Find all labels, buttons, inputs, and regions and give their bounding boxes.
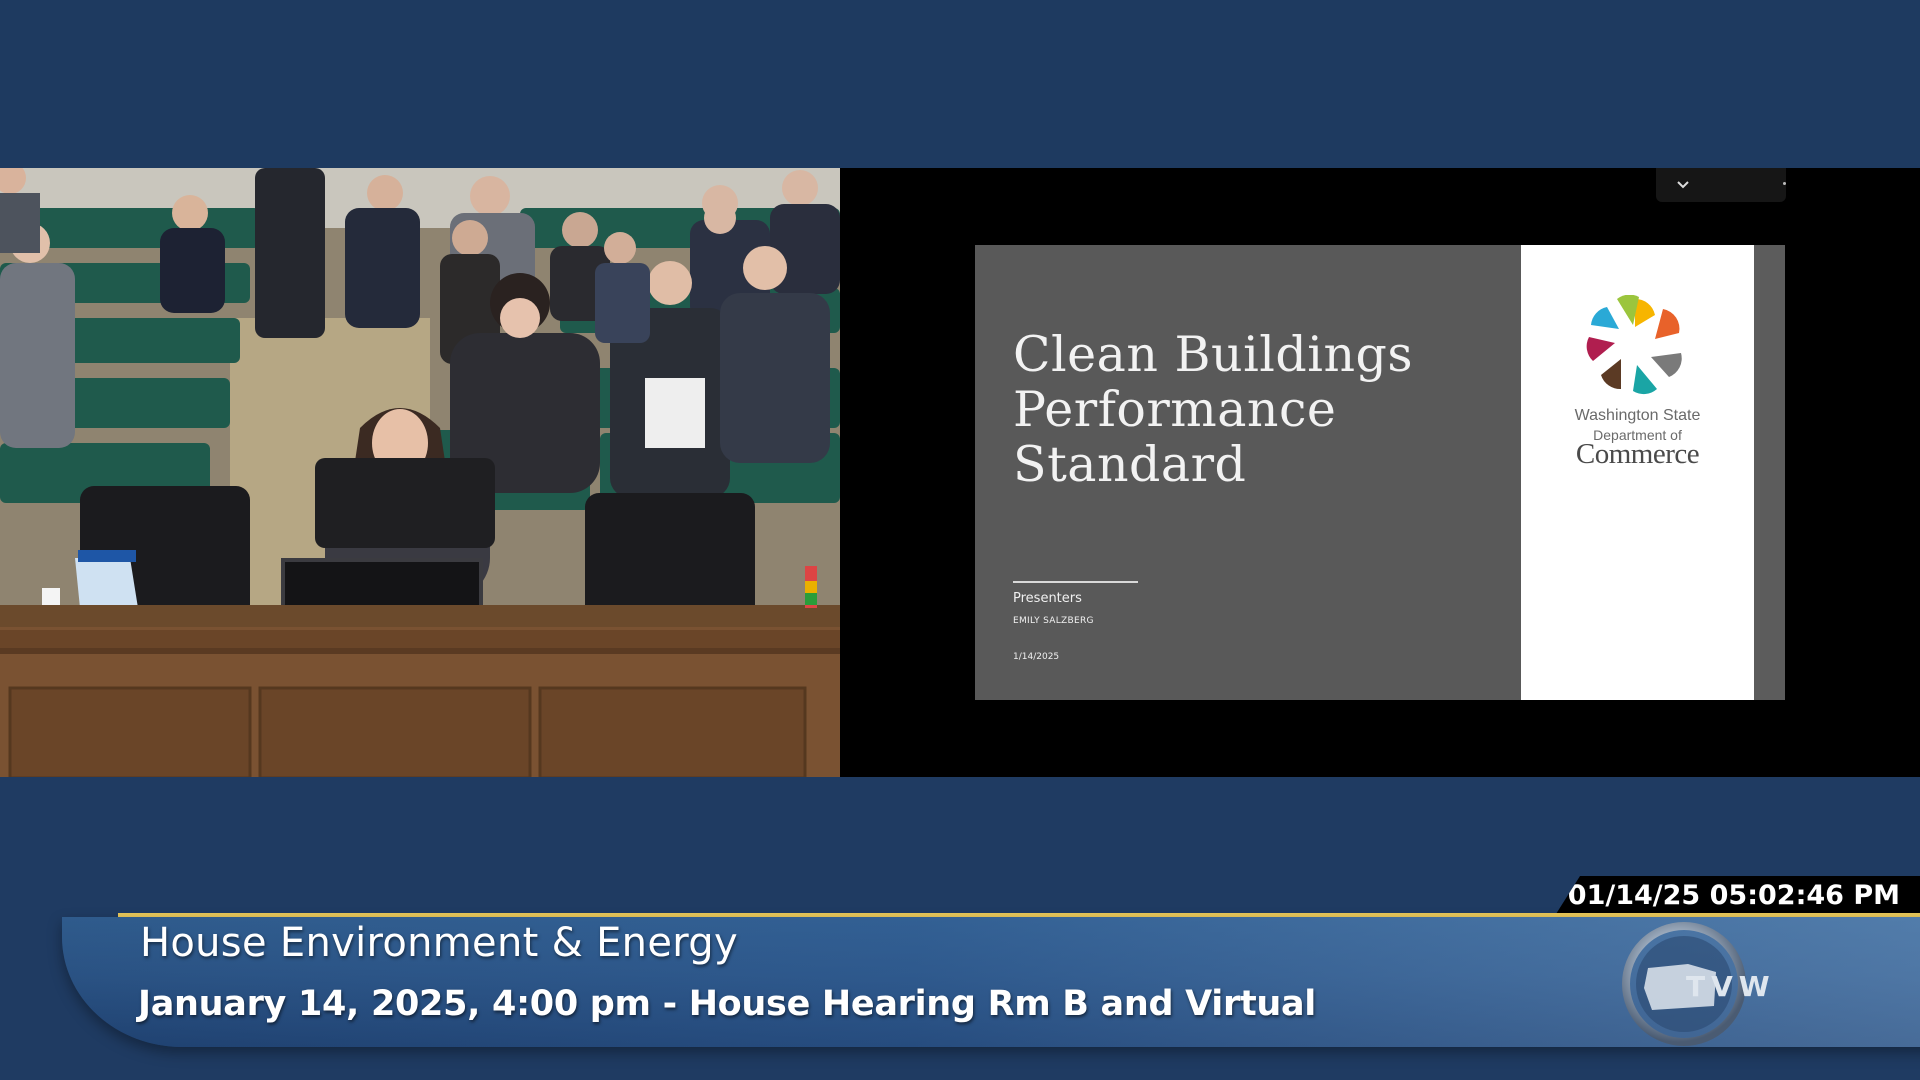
slide-logo-panel: Washington State Department of Commerce <box>1521 245 1754 700</box>
program-title: House Environment & Energy <box>140 920 738 966</box>
logo-line-commerce: Commerce <box>1575 438 1700 470</box>
presenters-label: Presenters <box>1013 591 1082 606</box>
slide-title-line: Standard <box>1013 436 1247 493</box>
hearing-room-camera-feed <box>0 168 840 777</box>
presenter-name: EMILY SALZBERG <box>1013 616 1094 626</box>
slide-date: 1/14/2025 <box>1013 652 1060 662</box>
slide-divider <box>1013 581 1138 583</box>
program-subtitle: January 14, 2025, 4:00 pm - House Hearin… <box>138 984 1317 1024</box>
slide-title-line: Performance <box>1013 381 1337 438</box>
screen-share-control[interactable] <box>1656 168 1786 202</box>
overflow-dot-icon <box>1783 182 1786 185</box>
tvw-logo-icon: TVW <box>1622 922 1776 1046</box>
broadcast-timestamp: 01/14/25 05:02:46 PM <box>1556 876 1920 914</box>
slide-title-line: Clean Buildings <box>1013 326 1414 383</box>
slide-title: Clean Buildings Performance Standard <box>1013 327 1483 492</box>
logo-line-washington-state: Washington State <box>1574 407 1701 424</box>
chevron-down-icon[interactable] <box>1674 176 1692 194</box>
slide-edge <box>1754 245 1785 700</box>
commerce-star-logo-icon <box>1586 295 1682 395</box>
tvw-logo-text: TVW <box>1686 970 1776 1003</box>
presentation-slide: Clean Buildings Performance Standard Pre… <box>975 245 1785 700</box>
top-band <box>0 0 1920 168</box>
presentation-share-panel: Clean Buildings Performance Standard Pre… <box>840 168 1920 777</box>
